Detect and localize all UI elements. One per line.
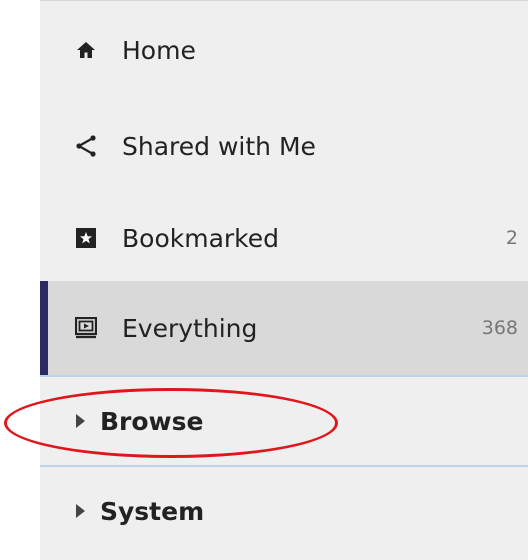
everything-icon (74, 316, 98, 340)
section-title: System (100, 496, 205, 526)
active-indicator (40, 281, 48, 375)
sidebar-item-bookmarked[interactable]: Bookmarked 2 (40, 191, 528, 285)
sidebar-panel: Home Shared with Me Bookmarked 2 Everyth… (40, 0, 528, 560)
section-system[interactable]: System (40, 467, 528, 555)
home-icon (74, 38, 98, 62)
sidebar-item-label: Bookmarked (122, 223, 280, 253)
share-icon (74, 134, 98, 158)
everything-count: 368 (481, 317, 518, 339)
caret-right-icon (76, 414, 85, 428)
sidebar-item-home[interactable]: Home (40, 3, 528, 97)
section-browse[interactable]: Browse (40, 377, 528, 465)
sidebar-item-label: Home (122, 35, 196, 65)
sidebar-item-shared-with-me[interactable]: Shared with Me (40, 99, 528, 193)
sidebar-item-label: Shared with Me (122, 131, 316, 161)
sidebar-item-everything[interactable]: Everything 368 (40, 281, 528, 375)
caret-right-icon (76, 504, 85, 518)
section-title: Browse (100, 406, 204, 436)
bookmarked-count: 2 (505, 227, 518, 249)
bookmark-icon (74, 226, 98, 250)
sidebar-item-label: Everything (122, 313, 258, 343)
